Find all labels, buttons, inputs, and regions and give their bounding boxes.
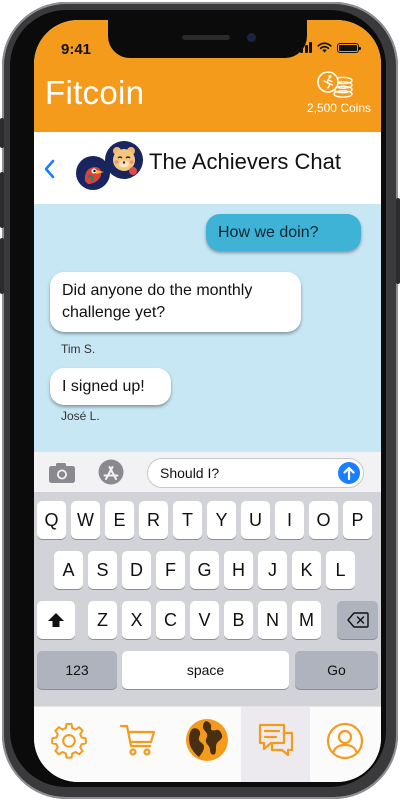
user-icon: [326, 722, 363, 760]
coins-icon[interactable]: [315, 70, 355, 100]
gear-icon: [50, 723, 87, 759]
chat-icon: [258, 723, 293, 757]
send-button[interactable]: [338, 462, 360, 484]
numbers-key[interactable]: 123: [37, 651, 117, 689]
key-e[interactable]: E: [105, 501, 134, 539]
signal-icon: [295, 42, 312, 53]
phone-side-button: [0, 238, 4, 294]
status-time: 9:41: [61, 41, 92, 58]
message-list: How we doin? Did anyone do the monthly c…: [34, 204, 381, 452]
key-a[interactable]: A: [54, 551, 83, 589]
shift-key[interactable]: [37, 601, 75, 639]
bear-avatar: [105, 141, 143, 179]
tab-chat[interactable]: [241, 707, 310, 782]
speaker: [182, 35, 230, 40]
key-o[interactable]: O: [309, 501, 338, 539]
tab-profile[interactable]: [310, 707, 379, 782]
app-store-icon[interactable]: [95, 458, 127, 486]
message-bubble-incoming[interactable]: Did anyone do the monthly challenge yet?: [50, 272, 301, 332]
message-text: I signed up!: [62, 378, 145, 395]
key-n[interactable]: N: [258, 601, 287, 639]
status-icons: [295, 42, 361, 53]
app-title: Fitcoin: [45, 74, 145, 111]
key-m[interactable]: M: [292, 601, 321, 639]
cart-icon: [119, 724, 155, 756]
key-x[interactable]: X: [122, 601, 151, 639]
app-header: 9:41 Fitcoin 2,500 Coins: [34, 20, 381, 132]
message-input-bar: Should I?: [34, 452, 381, 492]
chat-header: The Achievers Chat: [34, 132, 381, 205]
key-b[interactable]: B: [224, 601, 253, 639]
phone-side-button: [0, 172, 4, 228]
arrow-up-icon: [343, 466, 355, 481]
key-h[interactable]: H: [224, 551, 253, 589]
message-sender: Tim S.: [61, 342, 96, 356]
go-key[interactable]: Go: [295, 651, 378, 689]
key-r[interactable]: R: [139, 501, 168, 539]
key-q[interactable]: Q: [37, 501, 66, 539]
key-v[interactable]: V: [190, 601, 219, 639]
keyboard: Q W E R T Y U I O P A S D F G H J K L Z …: [34, 492, 381, 706]
delete-icon: [346, 612, 369, 628]
shift-icon: [48, 613, 64, 627]
key-w[interactable]: W: [71, 501, 100, 539]
message-bubble-incoming[interactable]: I signed up!: [50, 368, 171, 405]
delete-key[interactable]: [337, 601, 378, 639]
camera-icon[interactable]: [47, 460, 77, 484]
message-sender: José L.: [61, 409, 100, 423]
key-i[interactable]: I: [275, 501, 304, 539]
tab-settings[interactable]: [34, 707, 103, 782]
coins-balance: 2,500 Coins: [306, 101, 371, 115]
key-z[interactable]: Z: [88, 601, 117, 639]
key-d[interactable]: D: [122, 551, 151, 589]
message-input-value: Should I?: [160, 465, 220, 481]
tab-shop[interactable]: [103, 707, 172, 782]
message-text: How we doin?: [218, 224, 319, 241]
key-u[interactable]: U: [241, 501, 270, 539]
screen: 9:41 Fitcoin 2,500 Coins The Achievers C…: [34, 20, 381, 782]
key-k[interactable]: K: [292, 551, 321, 589]
globe-icon: [185, 719, 228, 761]
tab-bar: [34, 706, 381, 782]
key-p[interactable]: P: [343, 501, 372, 539]
key-j[interactable]: J: [258, 551, 287, 589]
front-camera: [247, 33, 256, 42]
message-input[interactable]: Should I?: [147, 458, 364, 488]
phone-side-button: [0, 118, 4, 148]
key-y[interactable]: Y: [207, 501, 236, 539]
message-bubble-outgoing[interactable]: How we doin?: [206, 214, 361, 251]
chat-title: The Achievers Chat: [149, 149, 341, 174]
key-t[interactable]: T: [173, 501, 202, 539]
key-g[interactable]: G: [190, 551, 219, 589]
message-text: Did anyone do the monthly challenge yet?: [62, 282, 253, 321]
battery-icon: [337, 43, 361, 53]
key-l[interactable]: L: [326, 551, 355, 589]
wifi-icon: [317, 42, 332, 53]
key-s[interactable]: S: [88, 551, 117, 589]
chevron-left-icon[interactable]: [40, 156, 60, 182]
key-c[interactable]: C: [156, 601, 185, 639]
tab-world[interactable]: [172, 707, 241, 782]
notch: [108, 20, 307, 58]
space-key[interactable]: space: [122, 651, 289, 689]
key-f[interactable]: F: [156, 551, 185, 589]
phone-side-button: [396, 198, 400, 284]
